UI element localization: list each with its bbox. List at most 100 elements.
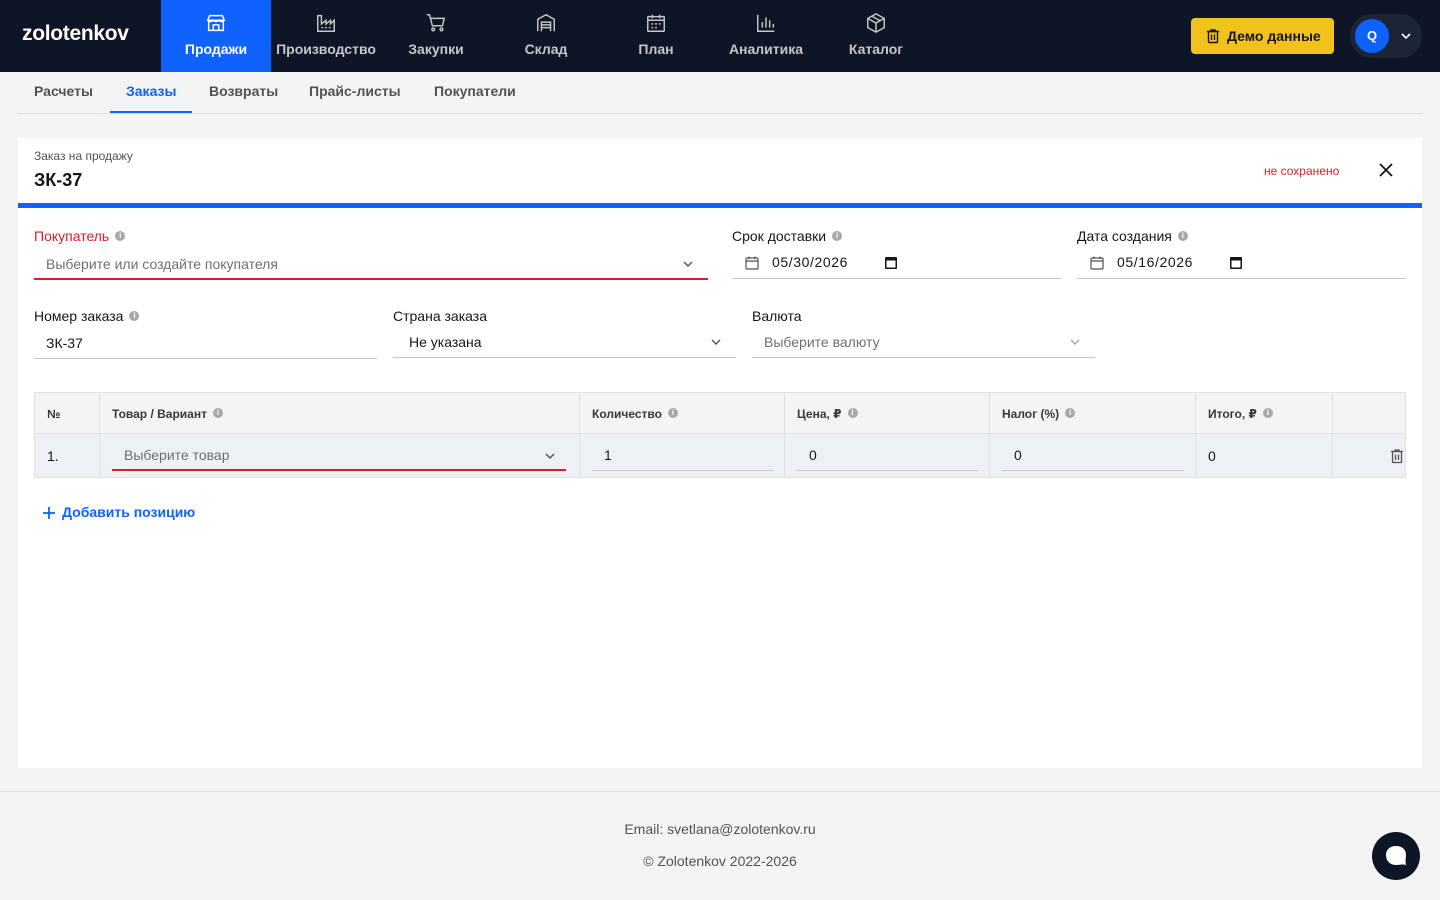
order-number-label: Номер заказа i: [34, 308, 140, 324]
column-header-tax: Налог (%) i: [990, 393, 1196, 433]
chevron-down-icon: [1070, 339, 1080, 345]
nav-item-catalog[interactable]: Каталог: [821, 0, 931, 72]
trash-icon: [1207, 29, 1219, 44]
nav-item-purchases[interactable]: Закупки: [381, 0, 491, 72]
tab-buyers[interactable]: Покупатели: [418, 72, 532, 113]
tax-value: 0: [1014, 447, 1022, 463]
app-logo[interactable]: zolotenkov: [22, 22, 129, 46]
row-total: 0: [1208, 448, 1216, 464]
info-icon: i: [1065, 408, 1076, 418]
column-header-label: Налог (%): [1002, 407, 1060, 421]
column-header-qty: Количество i: [580, 393, 785, 433]
info-icon: i: [1262, 408, 1273, 418]
chevron-down-icon: [1401, 33, 1411, 40]
page-title: ЗК-37: [34, 170, 83, 190]
delete-row-icon[interactable]: [1389, 448, 1405, 464]
buyer-label-text: Покупатель: [34, 228, 110, 244]
chat-button[interactable]: [1372, 832, 1420, 880]
cube-icon: [867, 12, 885, 34]
column-header-product: Товар / Вариант i: [100, 393, 580, 433]
table-cell-actions: [1333, 433, 1405, 477]
table-cell-total: 0: [1196, 433, 1333, 477]
nav-item-warehouse[interactable]: Склад: [491, 0, 601, 72]
column-header-label: Товар / Вариант: [112, 407, 207, 421]
table-cell-price: 0: [785, 433, 990, 477]
add-position-label: Добавить позицию: [62, 504, 196, 520]
chevron-down-icon: [711, 339, 721, 345]
avatar: Q: [1355, 19, 1389, 53]
demo-button-label: Демо данные: [1227, 28, 1321, 44]
card-accent-bar: [18, 203, 1422, 208]
calendar-icon: [647, 14, 665, 32]
delivery-label-text: Срок доставки: [732, 228, 827, 244]
nav-item-production[interactable]: Производство: [271, 0, 381, 72]
plus-icon: [43, 507, 55, 519]
order-number-value: ЗК-37: [46, 335, 83, 351]
column-header-text: Цена, ₽ i: [797, 407, 858, 421]
nav-item-plan[interactable]: План: [601, 0, 711, 72]
column-header-price: Цена, ₽ i: [785, 393, 990, 433]
buyer-select[interactable]: Выберите или создайте покупателя: [34, 248, 708, 280]
demo-data-button[interactable]: Демо данные: [1191, 18, 1334, 54]
quantity-input[interactable]: 1: [592, 440, 773, 471]
info-icon: i: [832, 231, 843, 241]
sales-subtabs: Расчеты Заказы Возвраты Прайс-листы Поку…: [18, 72, 1422, 114]
row-number: 1.: [47, 448, 59, 464]
tab-settlements[interactable]: Расчеты: [18, 72, 109, 113]
nav-label: Продажи: [184, 41, 248, 57]
nav-label: Склад: [524, 41, 568, 57]
nav-item-analytics[interactable]: Аналитика: [711, 0, 821, 72]
price-input[interactable]: 0: [797, 440, 978, 471]
top-navigation: zolotenkov Продажи Производство Закупки …: [0, 0, 1440, 72]
calendar-icon: [745, 256, 759, 270]
nav-item-sales[interactable]: Продажи: [161, 0, 271, 72]
user-menu[interactable]: Q: [1350, 14, 1422, 58]
country-label: Страна заказа: [393, 308, 487, 324]
info-icon: i: [212, 408, 223, 418]
close-icon[interactable]: [1376, 160, 1396, 180]
table-cell-tax: 0: [990, 433, 1196, 477]
info-icon: i: [847, 408, 858, 418]
tab-returns[interactable]: Возвраты: [193, 72, 294, 113]
column-header-label: Цена, ₽: [797, 407, 842, 421]
footer-divider: [0, 791, 1440, 792]
delivery-date-value: 05/30/2026: [772, 254, 849, 270]
footer-email: Email: svetlana@zolotenkov.ru: [624, 821, 816, 837]
info-icon: i: [667, 408, 678, 418]
nav-label: Закупки: [408, 41, 464, 57]
tab-price-lists[interactable]: Прайс-листы: [293, 72, 417, 113]
table-cell-qty: 1: [580, 433, 785, 477]
date-picker-icon[interactable]: [1230, 256, 1242, 269]
column-header-actions: [1333, 393, 1405, 433]
info-icon: i: [115, 231, 126, 241]
nav-label: План: [638, 41, 674, 57]
column-header-label: Количество: [592, 407, 662, 421]
buyer-label: Покупатель i: [34, 228, 126, 244]
chat-bubble-icon: [1386, 846, 1406, 865]
tax-input[interactable]: 0: [1002, 440, 1184, 471]
buyer-placeholder: Выберите или создайте покупателя: [46, 256, 278, 272]
product-select[interactable]: Выберите товар: [112, 440, 566, 471]
bar-chart-icon: [757, 14, 775, 32]
created-date-value: 05/16/2026: [1117, 254, 1194, 270]
currency-label: Валюта: [752, 308, 802, 324]
delivery-date-field[interactable]: 05/30/2026: [732, 247, 1061, 279]
created-label: Дата создания i: [1077, 228, 1188, 244]
delivery-label: Срок доставки i: [732, 228, 843, 244]
order-number-input[interactable]: ЗК-37: [34, 327, 377, 359]
created-date-field[interactable]: 05/16/2026: [1077, 247, 1406, 279]
currency-select[interactable]: Выберите валюту: [752, 326, 1095, 358]
country-select[interactable]: Не указана: [393, 326, 736, 358]
calendar-icon: [1090, 256, 1104, 270]
price-value: 0: [809, 447, 817, 463]
order-kicker: Заказ на продажу: [34, 149, 133, 163]
date-picker-icon[interactable]: [885, 256, 897, 269]
store-icon: [206, 14, 226, 32]
nav-label: Производство: [276, 41, 376, 57]
tab-orders[interactable]: Заказы: [110, 72, 193, 113]
quantity-value: 1: [604, 447, 612, 463]
order-card: Заказ на продажу ЗК-37 не сохранено Поку…: [18, 138, 1422, 768]
column-header-text: Налог (%) i: [1002, 407, 1076, 421]
table-cell-num: 1.: [35, 433, 100, 477]
currency-placeholder: Выберите валюту: [764, 334, 880, 350]
